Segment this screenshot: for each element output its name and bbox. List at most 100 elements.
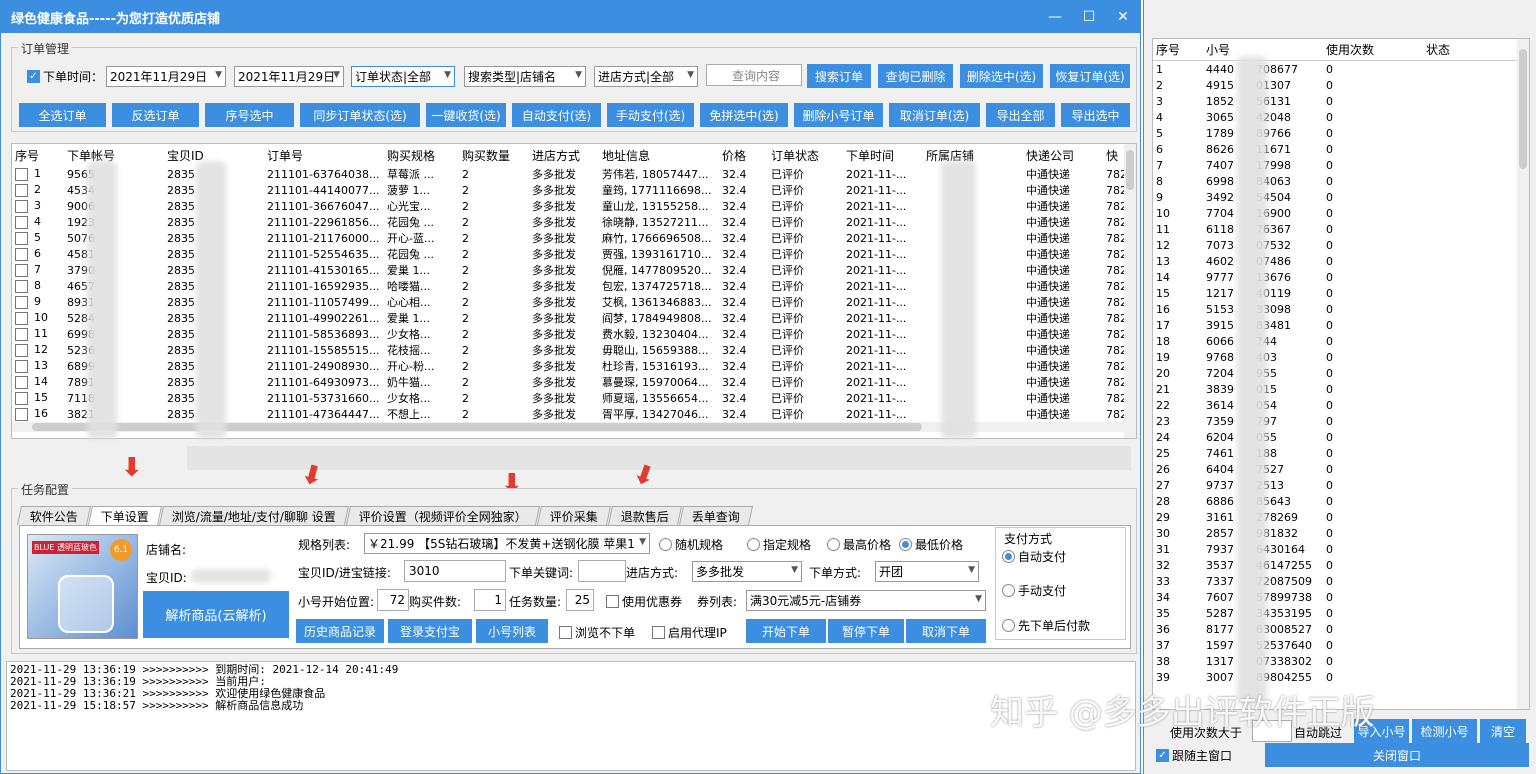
radio-icon[interactable] <box>899 538 912 551</box>
checkbox-icon[interactable] <box>652 626 665 639</box>
delete-account-order-button[interactable]: 删除小号订单 <box>794 103 883 127</box>
account-row[interactable]: 2373597970 <box>1153 413 1529 429</box>
checkbox-icon[interactable]: ✓ <box>1156 749 1169 762</box>
account-row[interactable]: 8 6998 84063 0 <box>1153 173 1529 189</box>
radio-min-price[interactable]: 最低价格 <box>899 536 963 553</box>
account-row[interactable]: 39 3007 89804255 0 <box>1153 669 1529 685</box>
col-header[interactable]: 快递公司 <box>1023 147 1103 164</box>
account-row[interactable]: 14 9777 13676 0 <box>1153 269 1529 285</box>
sync-status-button[interactable]: 同步订单状态(选) <box>300 103 420 127</box>
clear-button[interactable]: 清空 <box>1480 719 1526 743</box>
row-checkbox[interactable] <box>15 199 28 213</box>
select-all-button[interactable]: 全选订单 <box>19 103 106 127</box>
account-row[interactable]: 3 1852 56131 0 <box>1153 93 1529 109</box>
row-checkbox[interactable] <box>15 407 28 421</box>
date-filter[interactable]: ✓ 下单时间： <box>27 68 103 85</box>
row-checkbox[interactable] <box>15 167 28 181</box>
pay-later-radio[interactable]: 先下单后付款 <box>1002 617 1090 634</box>
col-header[interactable]: 价格 <box>719 147 768 164</box>
one-click-receive-button[interactable]: 一键收货(选) <box>426 103 506 127</box>
account-row[interactable]: 26 6404 7527 0 <box>1153 461 1529 477</box>
scroll-thumb[interactable] <box>1519 49 1527 169</box>
login-alipay-button[interactable]: 登录支付宝 <box>388 619 472 643</box>
browse-only-checkbox[interactable]: 浏览不下单 <box>559 624 635 641</box>
auto-pay-button[interactable]: 自动支付(选) <box>512 103 601 127</box>
export-all-button[interactable]: 导出全部 <box>986 103 1055 127</box>
account-row[interactable]: 16 5153 33098 0 <box>1153 301 1529 317</box>
account-row[interactable]: 17 3915 83481 0 <box>1153 317 1529 333</box>
coupon-checkbox[interactable]: 使用优惠券 <box>606 593 682 610</box>
account-row[interactable]: 15 1217 40119 0 <box>1153 285 1529 301</box>
account-row[interactable]: 2462040550 <box>1153 429 1529 445</box>
radio-max-price[interactable]: 最高价格 <box>827 536 891 553</box>
checkbox-icon[interactable] <box>559 626 572 639</box>
date-from-picker[interactable]: 2021年11月29日 ▼ <box>106 66 226 87</box>
account-row[interactable]: 2138390150 <box>1153 381 1529 397</box>
close-icon[interactable]: ✕ <box>1106 1 1140 33</box>
account-row[interactable]: 36 8177 63008527 0 <box>1153 621 1529 637</box>
start-position-input[interactable]: 72 <box>377 589 409 611</box>
col-header[interactable]: 订单号 <box>264 147 384 164</box>
minimize-icon[interactable]: — <box>1038 1 1072 33</box>
restore-order-button[interactable]: 恢复订单(选) <box>1050 64 1130 88</box>
account-row[interactable]: 12 7073 07532 0 <box>1153 237 1529 253</box>
spec-select[interactable]: ￥21.99 【5S钻石玻璃】不发黄+送钢化膜 苹果1 ▼ <box>364 533 650 554</box>
col-header[interactable]: 下单时间 <box>843 147 923 164</box>
scroll-thumb[interactable] <box>32 423 922 431</box>
row-checkbox[interactable] <box>15 327 28 341</box>
row-checkbox[interactable] <box>15 183 28 197</box>
tab-refund[interactable]: 退款售后 <box>608 506 683 525</box>
quantity-input[interactable]: 1 <box>474 589 506 611</box>
tab-announcement[interactable]: 软件公告 <box>16 506 92 525</box>
account-row[interactable]: 37 1597 52537640 0 <box>1153 637 1529 653</box>
enter-method-select[interactable]: 进店方式|全部 ▼ <box>594 66 698 87</box>
account-row[interactable]: 5 1789 89766 0 <box>1153 125 1529 141</box>
account-row[interactable]: 1997684030 <box>1153 349 1529 365</box>
col-header[interactable]: 地址信息 <box>599 147 719 164</box>
date-to-picker[interactable]: 2021年11月29日 ▼ <box>234 66 344 87</box>
radio-icon[interactable] <box>1002 584 1015 597</box>
maximize-icon[interactable]: ☐ <box>1072 1 1106 33</box>
radio-icon[interactable] <box>747 538 760 551</box>
account-row[interactable]: 1 4440 708677 0 <box>1153 61 1529 77</box>
account-row[interactable]: 2072049550 <box>1153 365 1529 381</box>
row-checkbox[interactable] <box>15 295 28 309</box>
enter-method-dropdown[interactable]: 多多批发 ▼ <box>692 561 802 582</box>
coupon-list-select[interactable]: 满30元减5元-店铺券 ▼ <box>746 590 986 611</box>
account-row[interactable]: 33 7337 72087509 0 <box>1153 573 1529 589</box>
row-checkbox[interactable] <box>15 311 28 325</box>
query-input[interactable]: 查询内容 <box>706 64 802 86</box>
delete-selected-button[interactable]: 删除选中(选) <box>960 64 1043 88</box>
history-button[interactable]: 历史商品记录 <box>296 619 384 643</box>
row-checkbox[interactable] <box>15 263 28 277</box>
tab-review-collect[interactable]: 评价采集 <box>537 506 612 525</box>
start-order-button[interactable]: 开始下单 <box>746 619 826 643</box>
account-row[interactable]: 13 4602 07486 0 <box>1153 253 1529 269</box>
vertical-scrollbar[interactable] <box>1517 39 1529 709</box>
account-row[interactable]: 29 3161 278269 0 <box>1153 509 1529 525</box>
free-group-button[interactable]: 免拼选中(选) <box>700 103 788 127</box>
tab-browse-settings[interactable]: 浏览/流量/地址/支付/聊聊 设置 <box>159 506 350 525</box>
index-select-button[interactable]: 序号选中 <box>205 103 294 127</box>
account-row[interactable]: 10 7704 16900 0 <box>1153 205 1529 221</box>
account-row[interactable]: 35 5287 34353195 0 <box>1153 605 1529 621</box>
account-row[interactable]: 4 3065 42048 0 <box>1153 109 1529 125</box>
vertical-scrollbar[interactable] <box>1124 144 1136 438</box>
tab-lost-order[interactable]: 丢单查询 <box>679 506 754 525</box>
tab-review-settings[interactable]: 评价设置（视频评价全网独家） <box>346 506 541 525</box>
col-header[interactable]: 序号 <box>1153 41 1203 58</box>
date-checkbox[interactable]: ✓ <box>27 70 40 83</box>
account-row[interactable]: 38 1317 07338302 0 <box>1153 653 1529 669</box>
account-row[interactable]: 2236140540 <box>1153 397 1529 413</box>
account-grid[interactable]: 序号 小号 使用次数 状态 1 4440 708677 0 2 4915 01307 0 3 18… <box>1152 38 1530 710</box>
radio-icon[interactable] <box>827 538 840 551</box>
col-header[interactable]: 序号 <box>12 147 64 164</box>
search-type-select[interactable]: 搜索类型|店铺名 ▼ <box>464 66 586 87</box>
account-row[interactable]: 6 8626 11671 0 <box>1153 141 1529 157</box>
scroll-thumb[interactable] <box>1126 150 1134 190</box>
col-header[interactable]: 购买数量 <box>459 147 529 164</box>
account-row[interactable]: 32 3537 46147255 0 <box>1153 557 1529 573</box>
follow-window-checkbox[interactable]: ✓ 跟随主窗口 <box>1156 747 1232 764</box>
radio-random-spec[interactable]: 随机规格 <box>659 536 723 553</box>
row-checkbox[interactable] <box>15 391 28 405</box>
